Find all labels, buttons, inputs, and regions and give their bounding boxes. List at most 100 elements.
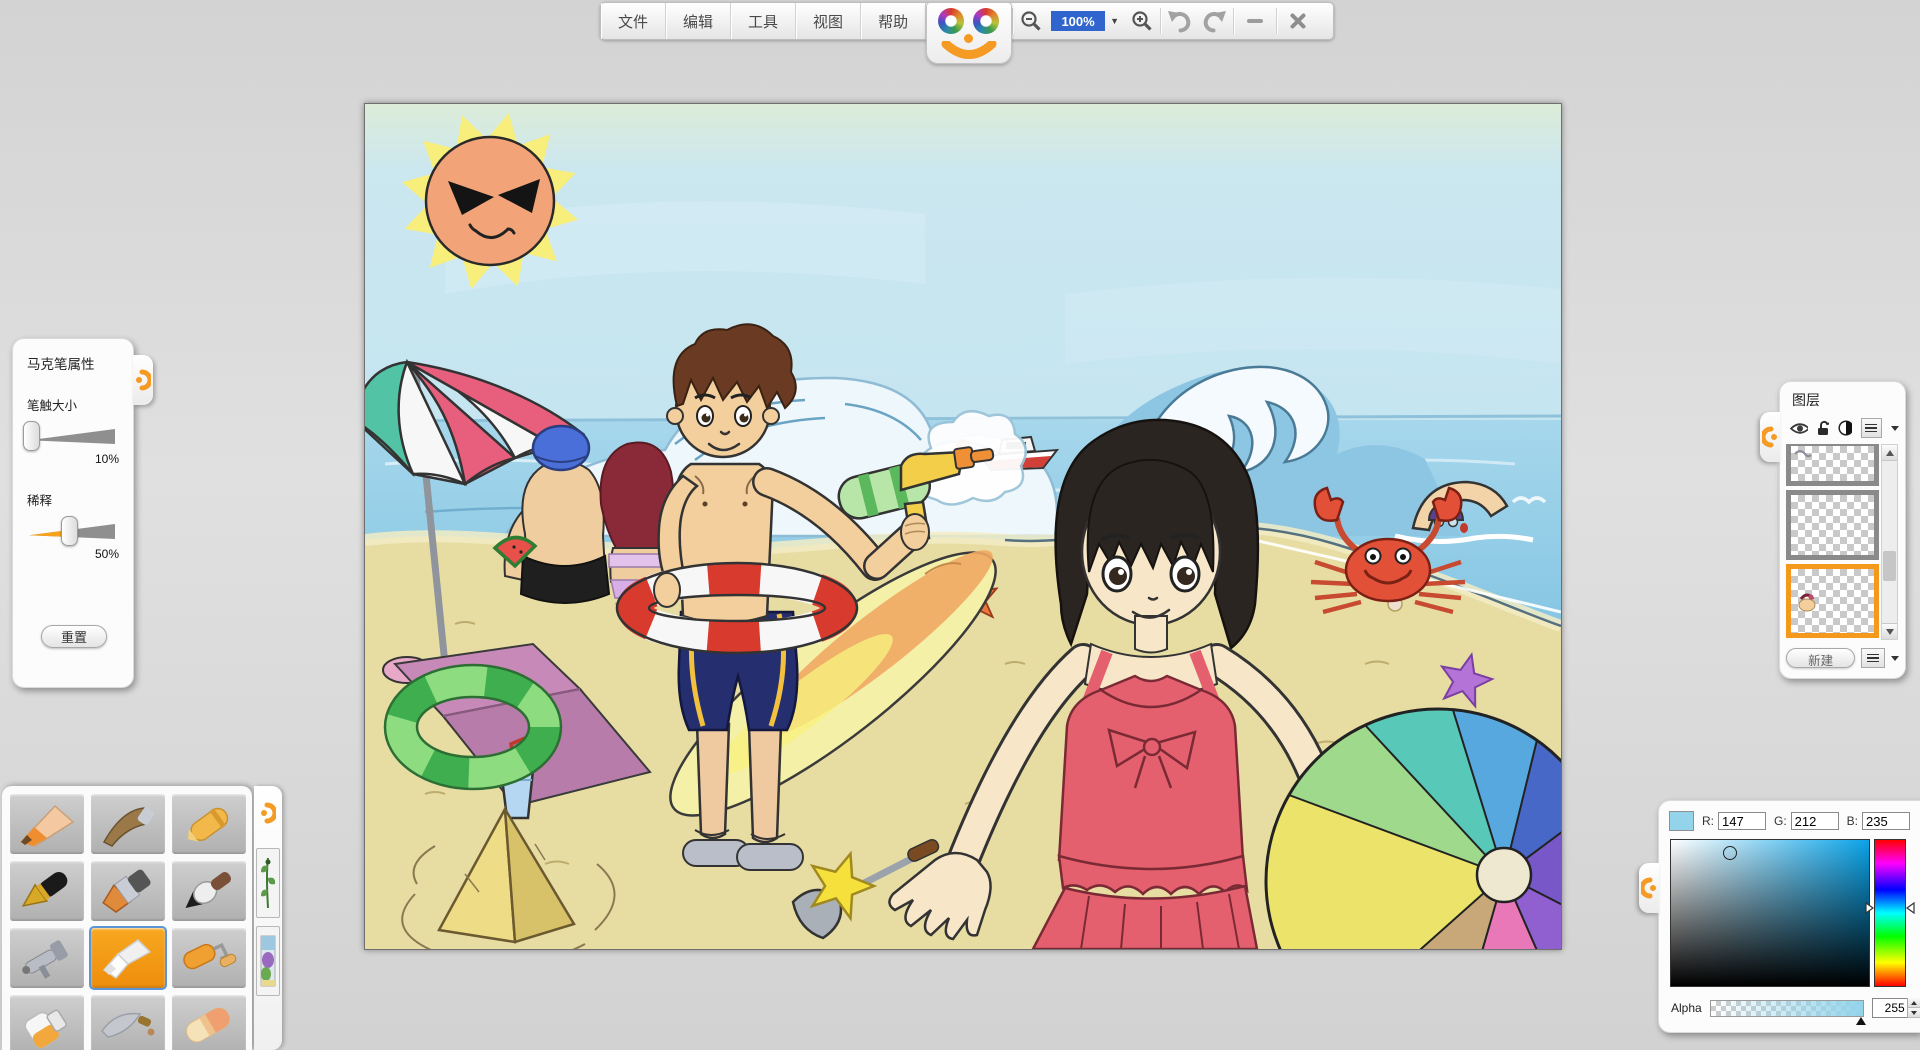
tool-paint-bottle[interactable] <box>10 995 84 1050</box>
visibility-eye-icon[interactable] <box>1790 422 1808 435</box>
menu-file-label: 文件 <box>618 11 648 32</box>
scroll-up-button[interactable] <box>1882 445 1897 461</box>
logo-smile-icon <box>941 41 997 61</box>
menu-help-label: 帮助 <box>878 11 908 32</box>
close-button[interactable] <box>1277 3 1319 39</box>
dilution-thumb[interactable] <box>61 516 78 546</box>
scroll-down-button[interactable] <box>1882 623 1897 639</box>
layers-bottom-caret-icon[interactable] <box>1891 656 1899 661</box>
panel-drag-handle[interactable] <box>133 355 153 405</box>
new-layer-button[interactable]: 新建 <box>1786 648 1855 668</box>
menu-file[interactable]: 文件 <box>601 3 666 39</box>
menu-view[interactable]: 视图 <box>796 3 861 39</box>
alpha-slider[interactable] <box>1710 1000 1864 1017</box>
ink-brush-icon <box>177 865 241 917</box>
alpha-decrement-button[interactable] <box>1908 1008 1920 1018</box>
plant-stamp-button[interactable] <box>256 848 280 918</box>
wood-pen-icon <box>96 798 160 850</box>
tool-crayon[interactable] <box>172 794 246 854</box>
app-logo-slot <box>926 3 1012 39</box>
zoom-dropdown-caret-icon[interactable]: ▼ <box>1105 16 1124 26</box>
saturation-value-square[interactable] <box>1670 839 1870 987</box>
minimize-button[interactable] <box>1234 3 1276 39</box>
scroll-up-icon <box>1886 450 1894 456</box>
layer-list <box>1786 444 1899 640</box>
brush-size-slider[interactable] <box>27 422 119 450</box>
menu-edit-label: 编辑 <box>683 11 713 32</box>
redo-icon <box>1202 9 1228 33</box>
zoom-level-value: 100% <box>1061 14 1094 29</box>
close-icon <box>1289 12 1307 30</box>
handle-grip-icon <box>1762 426 1778 448</box>
flat-brush-icon <box>96 865 160 917</box>
zoom-out-icon <box>1020 10 1042 32</box>
layer-item-1[interactable] <box>1786 444 1879 486</box>
marker-icon <box>96 932 160 984</box>
reset-button[interactable]: 重置 <box>41 625 107 648</box>
alpha-marker-icon[interactable] <box>1856 1017 1866 1025</box>
menu-tools[interactable]: 工具 <box>731 3 796 39</box>
sv-cursor[interactable] <box>1723 846 1737 860</box>
hue-marker-right-icon[interactable] <box>1906 902 1915 914</box>
handle-grip-icon <box>135 369 151 391</box>
color-panel-drag-handle[interactable] <box>1639 863 1659 913</box>
opacity-half-circle-icon[interactable] <box>1838 420 1852 436</box>
scroll-down-icon <box>1886 629 1894 635</box>
zoom-in-button[interactable] <box>1124 3 1160 39</box>
undo-button[interactable] <box>1161 3 1197 39</box>
palette-knife-icon <box>96 999 160 1050</box>
hue-marker-left-icon[interactable] <box>1865 902 1874 914</box>
paint-roller-icon <box>177 932 241 984</box>
tool-wood-pen[interactable] <box>91 794 165 854</box>
tool-flat-brush[interactable] <box>91 861 165 921</box>
zoom-out-button[interactable] <box>1013 3 1049 39</box>
tool-pencil[interactable] <box>10 794 84 854</box>
tool-airbrush[interactable] <box>10 928 84 988</box>
eraser-icon <box>177 999 241 1050</box>
layers-panel-drag-handle[interactable] <box>1760 412 1780 462</box>
red-input[interactable] <box>1718 812 1766 830</box>
redo-button[interactable] <box>1197 3 1233 39</box>
tool-ink-brush[interactable] <box>172 861 246 921</box>
scrollbar-thumb[interactable] <box>1883 551 1896 581</box>
panel-title: 马克笔属性 <box>27 353 121 373</box>
tool-palette-knife[interactable] <box>91 995 165 1050</box>
dilution-slider[interactable] <box>27 517 119 545</box>
drawing-canvas[interactable] <box>364 103 1562 950</box>
layer-menu-caret-icon[interactable] <box>1891 426 1899 431</box>
alpha-increment-button[interactable] <box>1908 998 1920 1008</box>
undo-icon <box>1166 9 1192 33</box>
menu-edit[interactable]: 编辑 <box>666 3 731 39</box>
alpha-label: Alpha <box>1671 1001 1702 1015</box>
palette-drag-handle[interactable] <box>254 786 282 840</box>
zoom-level-field[interactable]: 100% <box>1051 11 1105 31</box>
tool-grid <box>10 794 252 1050</box>
picture-stamp-button[interactable] <box>256 926 280 996</box>
brush-size-value: 10% <box>27 452 119 466</box>
layer3-thumbnail-sketch <box>1797 591 1821 615</box>
blue-input[interactable] <box>1862 812 1910 830</box>
tool-fountain-pen[interactable] <box>10 861 84 921</box>
alpha-value-input[interactable] <box>1873 1000 1907 1016</box>
hue-bar[interactable] <box>1874 839 1906 987</box>
tool-eraser[interactable] <box>172 995 246 1050</box>
layer-menu-button[interactable] <box>1861 418 1882 438</box>
dilution-value: 50% <box>27 547 119 561</box>
layers-bottom-menu-button[interactable] <box>1861 648 1885 668</box>
fountain-pen-icon <box>15 865 79 917</box>
brush-tool-palette <box>2 786 252 1050</box>
tool-marker-selected[interactable] <box>91 928 165 988</box>
handle-grip-icon <box>260 802 276 824</box>
brush-size-track[interactable] <box>29 428 115 445</box>
tool-paint-roller[interactable] <box>172 928 246 988</box>
brush-size-thumb[interactable] <box>23 421 40 451</box>
brush-size-label: 笔触大小 <box>27 395 121 414</box>
green-input[interactable] <box>1791 812 1839 830</box>
unlock-icon[interactable] <box>1817 420 1829 436</box>
layers-scrollbar[interactable] <box>1881 444 1898 640</box>
layer-item-3-selected[interactable] <box>1786 564 1879 638</box>
marker-properties-panel: 马克笔属性 笔触大小 10% 稀释 50% 重置 <box>12 338 134 688</box>
menu-help[interactable]: 帮助 <box>861 3 926 39</box>
layer-item-2[interactable] <box>1786 490 1879 560</box>
alpha-spinner <box>1872 998 1920 1018</box>
